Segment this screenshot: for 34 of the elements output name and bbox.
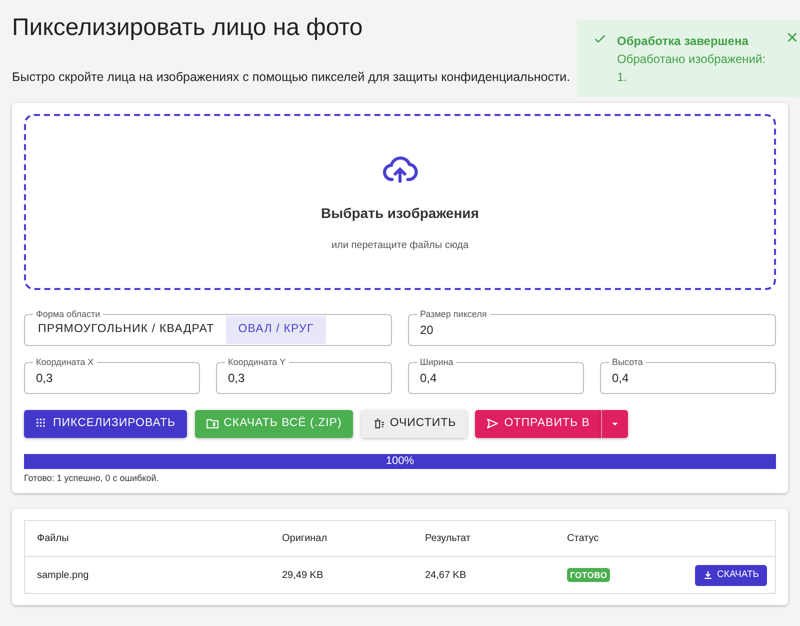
table-cell-text: 24,67 KB [425,568,468,583]
dropzone-title: Выбрать изображения [321,204,479,223]
field-label: Ширина [417,356,456,368]
table-cell-text: 29,49 KB [282,568,324,583]
download-button[interactable]: СКАЧАТЬ [695,564,767,586]
column-header: Статус [567,532,600,546]
field-label: Координата X [33,356,97,368]
dropzone[interactable]: Выбрать изображения или перетащите файлы сюда [24,114,776,290]
dropdown-toggle-button[interactable] [600,410,628,438]
clear-button[interactable]: ОЧИСТИТЬ [360,410,468,438]
trash-icon [372,417,385,430]
folder-icon [206,417,219,430]
progress-reading: 100% [384,454,416,469]
column-header: Оригинал [282,532,328,546]
field-label: Координата Y [225,356,289,368]
send-icon [486,417,500,430]
toast-title: Обработка завершена [617,33,750,50]
send-button[interactable]: ОТПРАВИТЬ В [475,410,601,438]
page-title: Пикселизировать лицо на фото [12,14,363,43]
page-subtitle: Быстро скройте лица на изображениях с помощью пикселей для защиты конфиденциальности. [12,68,570,86]
field-label: Форма области [33,308,104,320]
field-label: Высота [609,356,646,368]
shape-option[interactable]: ОВАЛ / КРУГ [226,316,326,344]
column-header: Файлы [37,532,70,546]
status-badge: ГОТОВО [567,568,610,582]
progress-summary: Готово: 1 успешно, 0 с ошибкой. [24,472,160,485]
pixelate-button[interactable]: ПИКСЕЛИЗИРОВАТЬ [24,410,187,438]
field-label: Размер пикселя [417,308,490,320]
check-icon [593,32,607,46]
toast-message: Обработано изображений: 1. [617,51,767,86]
dropzone-hint: или перетащите файлы сюда [331,238,469,253]
download-icon [703,570,714,580]
column-header: Результат [425,532,472,546]
table-cell-text: sample.png [37,568,90,583]
